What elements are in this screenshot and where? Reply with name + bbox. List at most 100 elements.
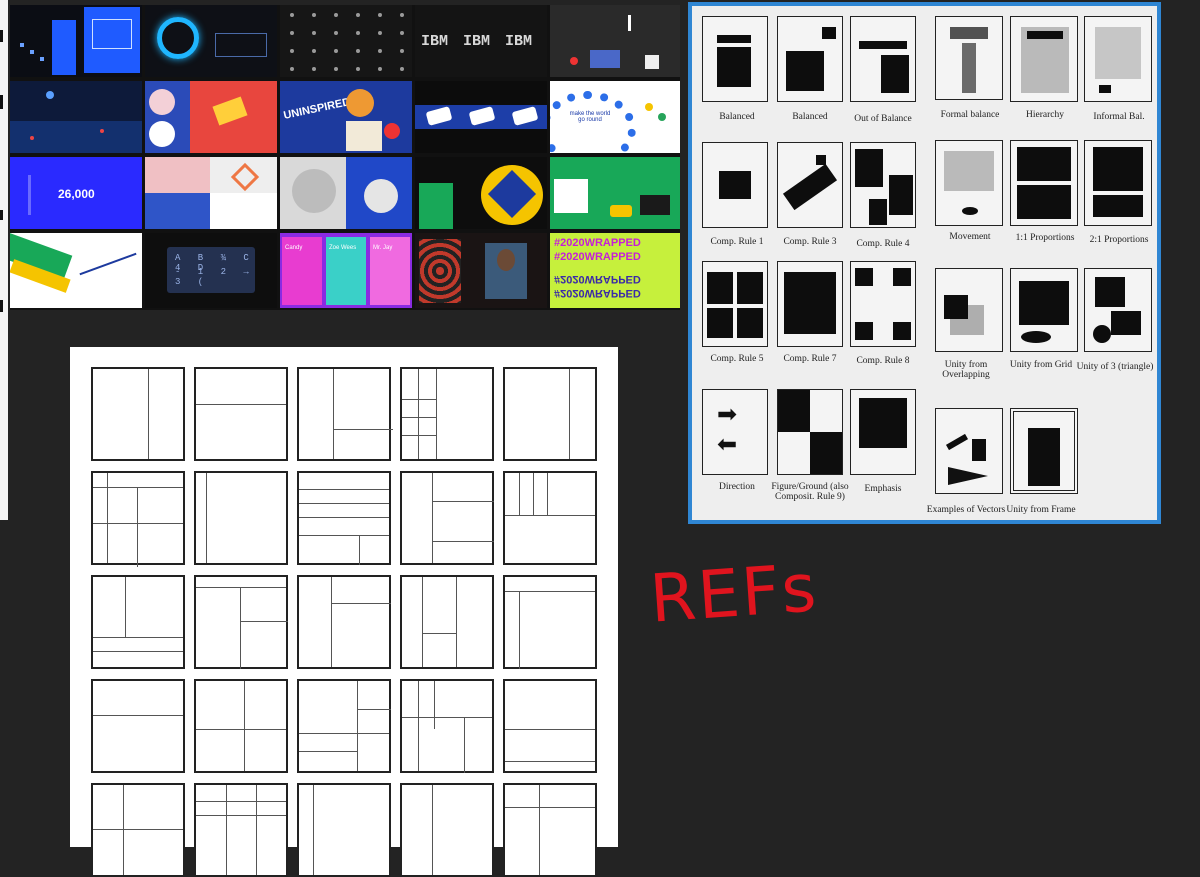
strip-mark [0,95,3,109]
layout-panel [503,575,597,669]
left-white-strip [0,0,8,520]
wrapped-line-2: #2020WRAPPED [554,251,641,263]
comp-label: Comp. Rule 8 [856,356,910,366]
layout-panel [194,575,288,669]
comp-diagram-balanced-2 [777,16,843,102]
comp-diagram-rule-8 [850,261,916,347]
tile-ibm-logos[interactable]: IBM IBM IBM [415,5,547,77]
profile-name-3: Mr. Jay [373,245,393,251]
comp-diagram-figure-ground [777,389,843,475]
comp-diagram-out-of-balance [850,16,916,102]
comp-diagram-rule-5 [702,261,768,347]
comp-diagram-balanced-1 [702,16,768,102]
layout-panel [503,471,597,565]
ibm-logo-1: IBM [421,33,449,50]
layout-panel [194,367,288,461]
comp-diagram-informal-balance [1084,16,1152,102]
wrapped-line-1: #2020WRAPPED [554,237,641,249]
layout-panel [297,367,393,461]
layout-panel [297,783,391,877]
composition-principles-reference[interactable]: Balanced Balanced Out of Balance Formal … [688,2,1161,524]
layout-panel [91,575,185,669]
tile-ring-dashboard[interactable] [145,5,277,77]
comp-diagram-direction: ➡ ⬅ [702,389,768,475]
tile-green-blocks[interactable] [415,157,547,229]
comp-diagram-unity-frame [1010,408,1078,494]
strip-mark [0,210,3,220]
tile-car-landscape[interactable] [550,157,680,229]
tile-keypad[interactable]: A B ¾ C 4 D - 1 2 → 3 ( [145,233,277,308]
comp-label: Comp. Rule 4 [856,239,910,249]
layout-panel [194,679,288,773]
tile-counter-stat[interactable]: 26,000 [10,157,142,229]
layout-panel [400,783,494,877]
ibm-logo-3: IBM [505,33,533,50]
comp-diagram-formal-balance [935,16,1003,100]
strip-mark [0,30,3,42]
profile-name-1: Candy [285,245,303,251]
tile-2020-wrapped[interactable]: #2020WRAPPED #2020WRAPPED #2020WRAPPED #… [550,233,680,308]
arrow-left-icon: ⬅ [717,431,738,458]
layout-panel [91,783,185,877]
tile-blue-network[interactable] [10,81,142,153]
layout-panel [400,679,494,773]
comp-diagram-emphasis [850,389,916,475]
comp-diagram-rule-4 [850,142,916,228]
layout-panel [194,471,288,565]
layout-panel [91,367,185,461]
wrapped-line-4: #2020WRAPPED [554,287,641,299]
tile-icon-grid[interactable] [280,5,412,77]
comp-diagram-unity-of-3 [1084,268,1152,352]
comp-diagram-vectors [935,408,1003,494]
tile-tech-ui[interactable] [10,5,142,77]
comp-diagram-rule-3 [777,142,843,228]
tile-green-diagonals[interactable] [10,233,142,308]
tile-silver-shapes[interactable] [280,157,412,229]
ibm-logo-2: IBM [463,33,491,50]
comp-diagram-rule-1 [702,142,768,228]
layout-panel [400,367,494,461]
comp-label: Unity of 3 (triangle) [1076,362,1154,372]
comp-label: Emphasis [864,484,902,494]
poster-text: UNINSPIRED [282,96,352,122]
layout-panel [91,679,185,773]
layout-panel [194,783,288,877]
layout-grid-reference[interactable] [70,347,618,877]
layout-panel [400,471,494,565]
layout-panel [297,575,391,669]
layout-panel [297,471,391,565]
layout-panel [297,679,391,773]
strip-mark [0,300,3,312]
layout-panel [503,679,597,773]
tile-pattern-portrait[interactable] [415,233,547,308]
comp-diagram-rule-7 [777,261,843,347]
wrapped-line-3: #2020WRAPPED [554,273,641,285]
comp-diagram-proportions-2-1 [1084,140,1152,226]
keypad-row-2: - 1 2 → 3 ( [175,267,255,287]
comp-label: Unity from Overlapping [942,360,990,380]
comp-label: 2:1 Proportions [1089,235,1149,245]
layout-panel [503,783,597,877]
tile-pink-spheres[interactable] [145,157,277,229]
comp-label: Examples of Vectors [926,505,1006,515]
tile-world-go-round[interactable]: make the world go round [550,81,680,153]
layout-panel [91,471,185,567]
comp-label: Out of Balance [854,114,912,124]
comp-diagram-hierarchy [1010,16,1078,102]
comp-diagram-proportions-1-1 [1010,140,1078,226]
comp-diagram-movement [935,140,1003,226]
comp-diagram-unity-grid [1010,268,1078,352]
tile-profile-cards[interactable]: Candy Zoe Wees Mr. Jay [280,233,412,308]
arrow-right-icon: ➡ [717,401,738,428]
tile-uninspired-poster[interactable]: UNINSPIRED [280,81,412,153]
moodboard-grid[interactable]: IBM IBM IBM UNINSPIRED make the world go… [10,5,680,310]
tile-phone-cards[interactable] [415,81,547,153]
comp-label: Informal Bal. [1093,112,1145,122]
tagline: make the world go round [569,111,611,123]
tile-isometric-illustration[interactable] [145,81,277,153]
refs-handwritten-note: REFs [647,549,821,638]
comp-diagram-unity-overlapping [935,268,1003,352]
comp-label: Unity from Grid [1009,360,1073,370]
layout-panel [400,575,494,669]
tile-3d-objects[interactable] [550,5,680,77]
